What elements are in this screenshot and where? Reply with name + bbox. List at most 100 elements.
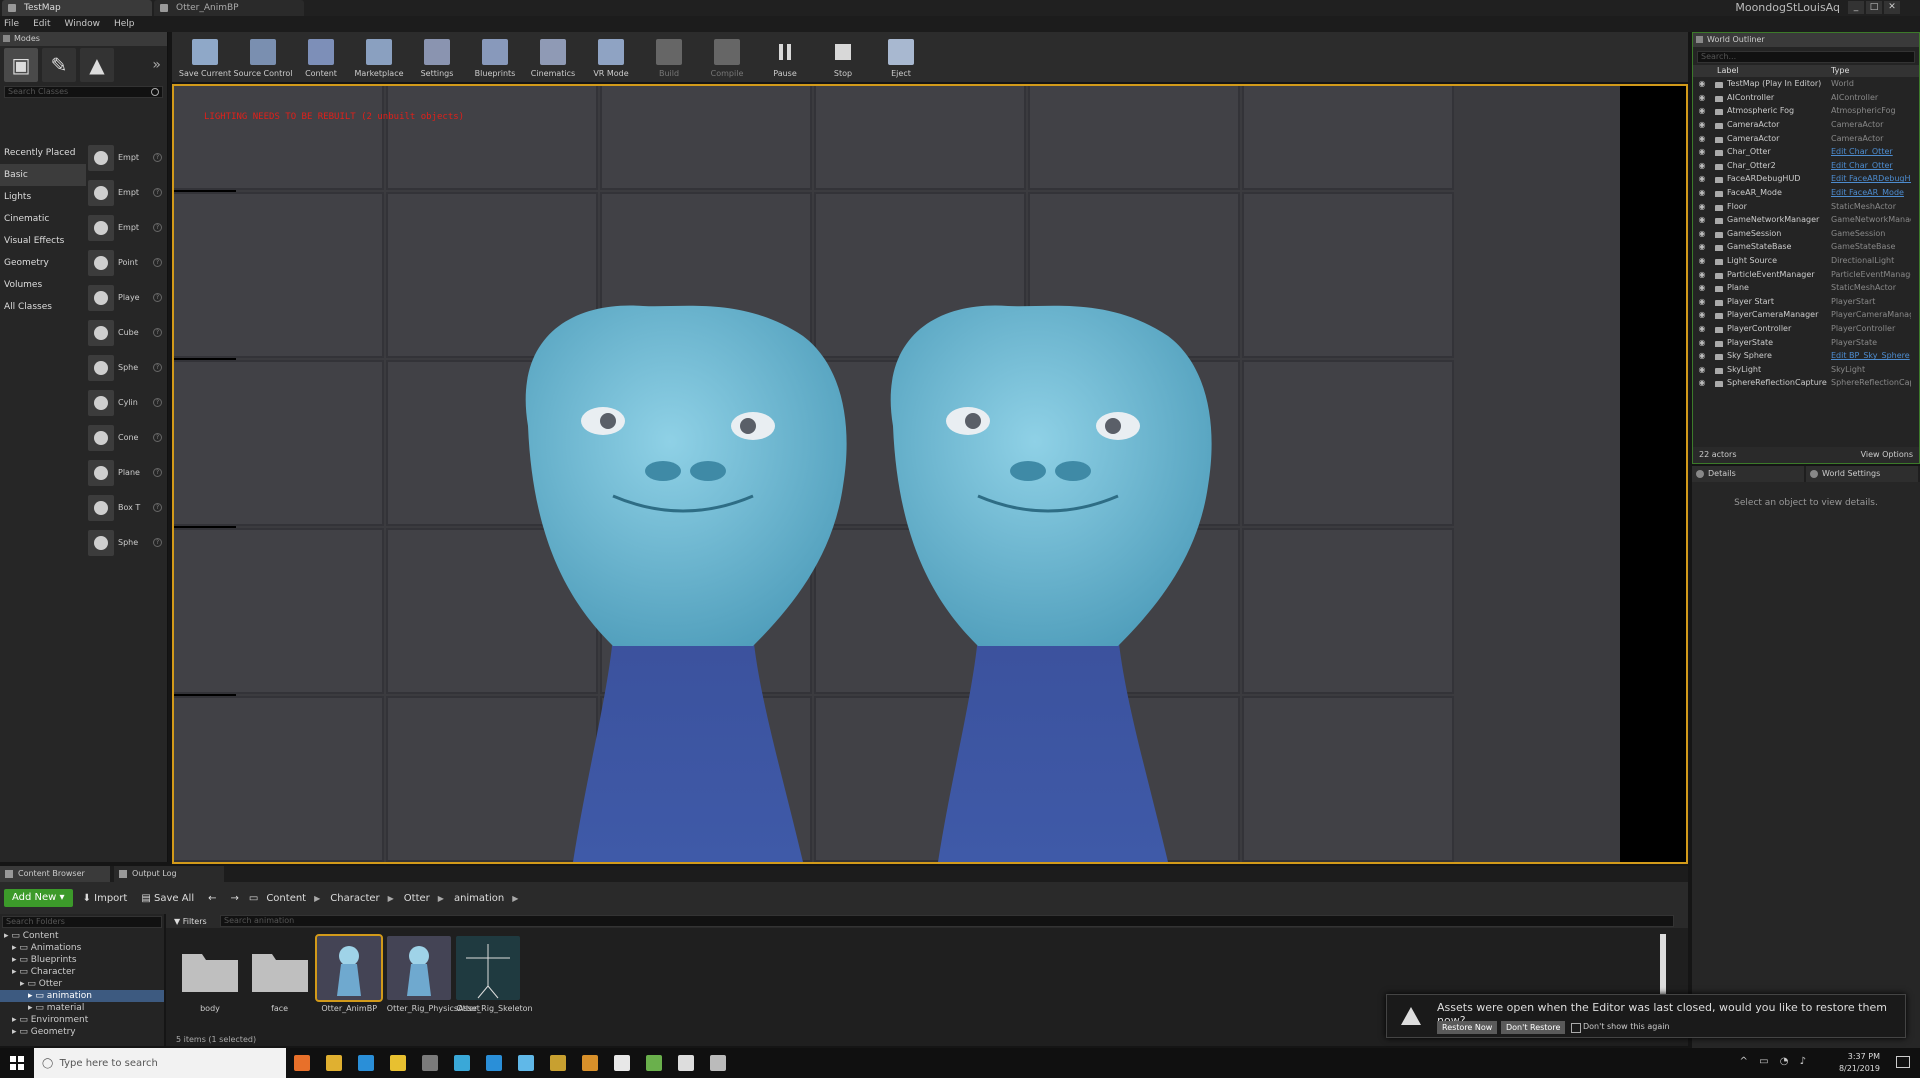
place-item[interactable]: Plane? bbox=[88, 455, 166, 490]
folder-item[interactable]: ▸ ▭ Geometry bbox=[0, 1026, 164, 1038]
unreal-icon[interactable] bbox=[702, 1048, 734, 1078]
place-item[interactable]: Box T? bbox=[88, 490, 166, 525]
system-tray-icons[interactable]: ^ ▭ ◔ ♪ bbox=[1740, 1056, 1810, 1067]
visibility-eye-icon[interactable]: ◉ bbox=[1693, 365, 1711, 374]
toolbar-settings-button[interactable]: Settings bbox=[408, 32, 466, 80]
folder-item[interactable]: ▸ ▭ Environment bbox=[0, 1014, 164, 1026]
output-log-tab[interactable]: Output Log bbox=[114, 866, 224, 882]
app-icon[interactable] bbox=[574, 1048, 606, 1078]
visibility-eye-icon[interactable]: ◉ bbox=[1693, 79, 1711, 88]
search-folders-input[interactable]: Search Folders bbox=[2, 916, 162, 928]
visibility-eye-icon[interactable]: ◉ bbox=[1693, 242, 1711, 251]
chrome-icon[interactable] bbox=[318, 1048, 350, 1078]
place-item[interactable]: Sphe? bbox=[88, 525, 166, 560]
doc-tab-animbp[interactable]: Otter_AnimBP bbox=[154, 0, 304, 16]
help-icon[interactable]: ? bbox=[153, 153, 162, 162]
visibility-eye-icon[interactable]: ◉ bbox=[1693, 147, 1711, 156]
visibility-eye-icon[interactable]: ◉ bbox=[1693, 270, 1711, 279]
search-classes-input[interactable]: Search Classes bbox=[4, 86, 163, 98]
place-item[interactable]: Empt? bbox=[88, 175, 166, 210]
more-modes-icon[interactable]: » bbox=[152, 57, 161, 73]
outliner-row[interactable]: ◉ Player Start PlayerStart bbox=[1693, 295, 1919, 309]
category-visual-effects[interactable]: Visual Effects bbox=[0, 230, 86, 252]
col-type[interactable]: Type bbox=[1831, 65, 1849, 77]
app-icon[interactable] bbox=[350, 1048, 382, 1078]
folder-item[interactable]: ▸ ▭ Character bbox=[0, 966, 164, 978]
file-explorer-icon[interactable] bbox=[382, 1048, 414, 1078]
visibility-eye-icon[interactable]: ◉ bbox=[1693, 120, 1711, 129]
outliner-row[interactable]: ◉ Char_Otter2 Edit Char_Otter bbox=[1693, 159, 1919, 173]
actor-type[interactable]: Edit FaceARDebugHUD bbox=[1831, 174, 1911, 183]
help-icon[interactable]: ? bbox=[153, 223, 162, 232]
blender-icon[interactable] bbox=[286, 1048, 318, 1078]
filters-button[interactable]: ▼ Filters bbox=[166, 917, 220, 926]
history-forward-icon[interactable]: → bbox=[230, 893, 238, 904]
visibility-eye-icon[interactable]: ◉ bbox=[1693, 106, 1711, 115]
col-label[interactable]: Label bbox=[1693, 65, 1831, 77]
close-icon[interactable]: ✕ bbox=[1884, 1, 1900, 14]
minimize-icon[interactable]: _ bbox=[1848, 1, 1864, 14]
outliner-row[interactable]: ◉ Plane StaticMeshActor bbox=[1693, 281, 1919, 295]
outliner-row[interactable]: ◉ Sky Sphere Edit BP_Sky_Sphere bbox=[1693, 349, 1919, 363]
app-icon[interactable] bbox=[542, 1048, 574, 1078]
asset-tile[interactable]: Otter_Rig_PhysicsAsset bbox=[386, 936, 480, 1028]
app-icon[interactable] bbox=[478, 1048, 510, 1078]
world-outliner-tab[interactable]: World Outliner bbox=[1693, 33, 1919, 47]
visibility-eye-icon[interactable]: ◉ bbox=[1693, 324, 1711, 333]
folder-item[interactable]: ▸ ▭ Content bbox=[0, 930, 164, 942]
add-new-button[interactable]: Add New ▾ bbox=[4, 889, 73, 907]
visibility-eye-icon[interactable]: ◉ bbox=[1693, 161, 1711, 170]
visibility-eye-icon[interactable]: ◉ bbox=[1693, 229, 1711, 238]
outliner-row[interactable]: ◉ TestMap (Play In Editor) World bbox=[1693, 77, 1919, 91]
asset-tile[interactable]: Otter_Rig_Skeleton bbox=[456, 936, 533, 1028]
breadcrumb-separator-icon[interactable]: ▶ bbox=[314, 894, 320, 903]
visibility-eye-icon[interactable]: ◉ bbox=[1693, 134, 1711, 143]
outliner-row[interactable]: ◉ CameraActor CameraActor bbox=[1693, 118, 1919, 132]
visibility-eye-icon[interactable]: ◉ bbox=[1693, 310, 1711, 319]
place-item[interactable]: Cube? bbox=[88, 315, 166, 350]
toolbar-cinematics-button[interactable]: Cinematics bbox=[524, 32, 582, 80]
toolbar-compile-button[interactable]: Compile bbox=[698, 32, 756, 80]
breadcrumb-content[interactable]: Content bbox=[266, 893, 306, 904]
outliner-row[interactable]: ◉ SphereReflectionCapture SphereReflection… bbox=[1693, 376, 1919, 390]
outliner-row[interactable]: ◉GameNetworkManagerGameNetworkManager bbox=[1693, 213, 1919, 227]
outliner-row[interactable]: ◉ PlayerController PlayerController bbox=[1693, 322, 1919, 336]
outliner-row[interactable]: ◉ FaceAR_Mode Edit FaceAR_Mode bbox=[1693, 186, 1919, 200]
menu-file[interactable]: File bbox=[4, 19, 19, 29]
visibility-eye-icon[interactable]: ◉ bbox=[1693, 378, 1711, 387]
actor-type[interactable]: Edit Char_Otter bbox=[1831, 161, 1911, 170]
outliner-row[interactable]: ◉ Light Source DirectionalLight bbox=[1693, 254, 1919, 268]
app-icon[interactable] bbox=[670, 1048, 702, 1078]
category-recently-placed[interactable]: Recently Placed bbox=[0, 142, 86, 164]
menu-window[interactable]: Window bbox=[65, 19, 101, 29]
place-item[interactable]: Cylin? bbox=[88, 385, 166, 420]
menu-edit[interactable]: Edit bbox=[33, 19, 50, 29]
place-item[interactable]: Sphe? bbox=[88, 350, 166, 385]
place-item[interactable]: Cone? bbox=[88, 420, 166, 455]
toolbar-content-button[interactable]: Content bbox=[292, 32, 350, 80]
paint-mode-icon[interactable]: ✎ bbox=[42, 48, 76, 82]
asset-tile[interactable]: face bbox=[248, 936, 312, 1028]
actor-type[interactable]: Edit FaceAR_Mode bbox=[1831, 188, 1911, 197]
toolbar-build-button[interactable]: Build bbox=[640, 32, 698, 80]
toolbar-marketplace-button[interactable]: Marketplace bbox=[350, 32, 408, 80]
outliner-row[interactable]: ◉ AIController AIController bbox=[1693, 91, 1919, 105]
folder-item[interactable]: ▸ ▭ material bbox=[0, 1002, 164, 1014]
modes-tab[interactable]: Modes bbox=[0, 32, 167, 46]
toolbar-blueprints-button[interactable]: Blueprints bbox=[466, 32, 524, 80]
help-icon[interactable]: ? bbox=[153, 328, 162, 337]
help-icon[interactable]: ? bbox=[153, 468, 162, 477]
toolbar-stop-button[interactable]: Stop bbox=[814, 32, 872, 80]
visibility-eye-icon[interactable]: ◉ bbox=[1693, 297, 1711, 306]
visibility-eye-icon[interactable]: ◉ bbox=[1693, 256, 1711, 265]
clock[interactable]: 3:37 PM 8/21/2019 bbox=[1839, 1051, 1880, 1075]
actor-type[interactable]: Edit BP_Sky_Sphere bbox=[1831, 351, 1911, 360]
landscape-mode-icon[interactable]: ▲ bbox=[80, 48, 114, 82]
breadcrumb-separator-icon[interactable]: ▶ bbox=[388, 894, 394, 903]
visibility-eye-icon[interactable]: ◉ bbox=[1693, 188, 1711, 197]
outliner-row[interactable]: ◉ Atmospheric Fog AtmosphericFog bbox=[1693, 104, 1919, 118]
outliner-row[interactable]: ◉PlayerCameraManagerPlayerCameraManager bbox=[1693, 308, 1919, 322]
maximize-icon[interactable]: □ bbox=[1866, 1, 1882, 14]
menu-help[interactable]: Help bbox=[114, 19, 135, 29]
search-assets-input[interactable]: Search animation bbox=[220, 915, 1674, 927]
